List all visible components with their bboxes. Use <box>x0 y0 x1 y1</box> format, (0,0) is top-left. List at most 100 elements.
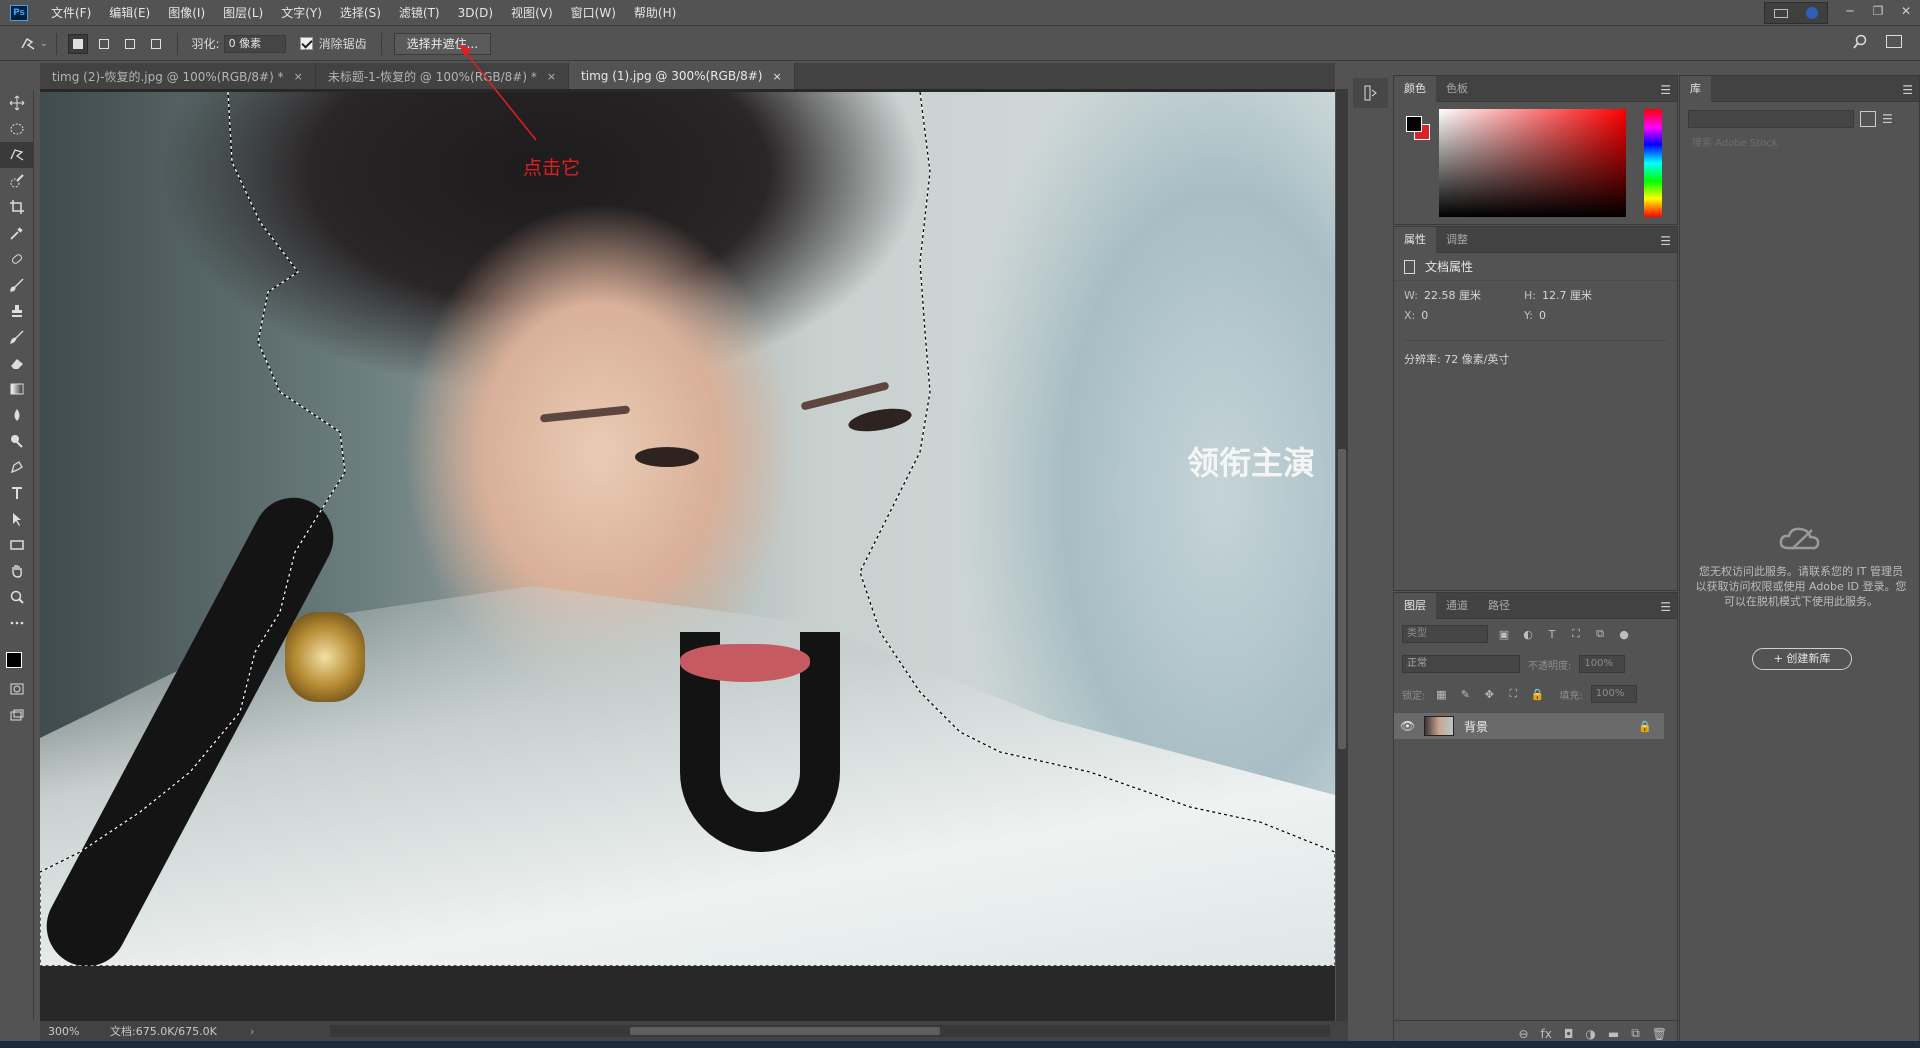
dodge-tool-icon[interactable] <box>0 428 34 454</box>
stock-search-input[interactable]: 搜索 Adobe Stock <box>1688 136 1908 154</box>
tab-libraries[interactable]: 库 <box>1680 75 1711 102</box>
quick-mask-icon[interactable] <box>0 676 34 702</box>
brush-tool-icon[interactable] <box>0 272 34 298</box>
collapsed-panel-strip[interactable] <box>1353 78 1388 108</box>
tab-document-3[interactable]: timg (1).jpg @ 300%(RGB/8#) × <box>569 63 795 89</box>
search-icon[interactable] <box>1852 34 1868 53</box>
new-group-icon[interactable]: ▬ <box>1608 1027 1619 1041</box>
close-window-button[interactable]: ✕ <box>1892 0 1920 22</box>
height-value[interactable]: 12.7 厘米 <box>1542 289 1592 302</box>
menu-type[interactable]: 文字(Y) <box>272 0 331 26</box>
list-view-icon[interactable]: ☰ <box>1882 112 1893 126</box>
menu-view[interactable]: 视图(V) <box>502 0 562 26</box>
menu-filter[interactable]: 滤镜(T) <box>390 0 449 26</box>
lock-artboard-icon[interactable]: ⛶ <box>1505 686 1521 702</box>
smart-object-filter-icon[interactable]: ⧉ <box>1592 626 1608 642</box>
chevron-down-icon[interactable]: ⌄ <box>40 39 48 49</box>
fill-input[interactable]: 100% <box>1590 685 1637 703</box>
type-tool-icon[interactable] <box>0 480 34 506</box>
document-image[interactable]: 领衔主演 <box>40 92 1335 966</box>
menu-edit[interactable]: 编辑(E) <box>100 0 159 26</box>
more-tools-icon[interactable] <box>0 610 34 636</box>
adjustment-filter-icon[interactable]: ◐ <box>1520 626 1536 642</box>
marquee-tool-icon[interactable] <box>0 116 34 142</box>
tab-document-2[interactable]: 未标题-1-恢复的 @ 100%(RGB/8#) * × <box>315 63 570 89</box>
layer-name[interactable]: 背景 <box>1464 718 1488 735</box>
new-selection-button[interactable] <box>67 33 88 54</box>
scrollbar-thumb[interactable] <box>630 1027 940 1035</box>
panel-menu-icon[interactable]: ☰ <box>1660 83 1671 97</box>
tab-properties[interactable]: 属性 <box>1394 226 1436 253</box>
library-select[interactable] <box>1688 110 1854 128</box>
hand-tool-icon[interactable] <box>0 558 34 584</box>
hue-slider[interactable] <box>1644 109 1662 217</box>
filter-toggle-icon[interactable]: ● <box>1616 626 1632 642</box>
adjustment-layer-icon[interactable]: ◑ <box>1585 1027 1595 1041</box>
horizontal-scrollbar[interactable] <box>330 1025 1330 1037</box>
workspace-icon[interactable] <box>1886 35 1902 48</box>
canvas-area[interactable]: 领衔主演 点击它 <box>40 89 1335 1021</box>
intersect-selection-button[interactable] <box>146 34 166 54</box>
lock-transparent-icon[interactable]: ▦ <box>1433 686 1449 702</box>
close-tab-icon[interactable]: × <box>547 70 556 83</box>
add-mask-icon[interactable]: ◘ <box>1564 1027 1574 1041</box>
blend-mode-select[interactable]: 正常 <box>1402 655 1520 673</box>
zoom-level[interactable]: 300% <box>40 1025 110 1038</box>
panel-menu-icon[interactable]: ☰ <box>1660 234 1671 248</box>
panel-menu-icon[interactable]: ☰ <box>1660 600 1671 614</box>
vertical-scrollbar[interactable] <box>1336 89 1348 1021</box>
tab-color[interactable]: 颜色 <box>1394 75 1436 102</box>
scrollbar-thumb[interactable] <box>1338 449 1346 749</box>
minimize-button[interactable]: ─ <box>1836 0 1864 22</box>
move-tool-icon[interactable] <box>0 90 34 116</box>
new-layer-icon[interactable]: ⧉ <box>1631 1026 1640 1041</box>
close-tab-icon[interactable]: × <box>294 70 303 83</box>
layer-style-icon[interactable]: fx <box>1541 1027 1552 1041</box>
tab-paths[interactable]: 路径 <box>1478 593 1520 619</box>
opacity-input[interactable]: 100% <box>1579 655 1626 673</box>
width-value[interactable]: 22.58 厘米 <box>1424 289 1481 302</box>
healing-brush-tool-icon[interactable] <box>0 246 34 272</box>
quick-selection-tool-icon[interactable] <box>0 168 34 194</box>
layer-kind-filter[interactable]: 类型 <box>1402 625 1488 643</box>
status-menu-chevron-icon[interactable]: › <box>250 1025 254 1038</box>
layer-row[interactable]: 👁 背景 🔒 <box>1394 713 1664 739</box>
grid-view-icon[interactable] <box>1860 111 1876 127</box>
polygonal-lasso-tool-icon[interactable] <box>0 142 34 168</box>
rectangle-tool-icon[interactable] <box>0 532 34 558</box>
delete-layer-icon[interactable]: 🗑 <box>1652 1027 1667 1041</box>
crop-tool-icon[interactable] <box>0 194 34 220</box>
lasso-preset-icon[interactable] <box>18 34 38 54</box>
image-filter-icon[interactable]: ▣ <box>1496 626 1512 642</box>
blur-tool-icon[interactable] <box>0 402 34 428</box>
history-panel-icon[interactable] <box>1364 85 1378 101</box>
restore-button[interactable]: ❐ <box>1864 0 1892 22</box>
add-selection-button[interactable] <box>94 34 114 54</box>
visibility-eye-icon[interactable]: 👁 <box>1400 719 1416 733</box>
link-layers-icon[interactable]: ⊖ <box>1518 1027 1528 1041</box>
close-tab-icon[interactable]: × <box>773 70 782 83</box>
eraser-tool-icon[interactable] <box>0 350 34 376</box>
menu-select[interactable]: 选择(S) <box>331 0 390 26</box>
gradient-tool-icon[interactable] <box>0 376 34 402</box>
x-value[interactable]: 0 <box>1421 309 1428 322</box>
pen-tool-icon[interactable] <box>0 454 34 480</box>
tab-adjustments[interactable]: 调整 <box>1436 227 1478 253</box>
history-brush-tool-icon[interactable] <box>0 324 34 350</box>
select-and-mask-button[interactable]: 选择并遮住... <box>393 32 492 55</box>
zoom-tool-icon[interactable] <box>0 584 34 610</box>
tab-swatches[interactable]: 色板 <box>1436 76 1478 102</box>
workspace-widget[interactable] <box>1764 2 1828 24</box>
panel-menu-icon[interactable]: ☰ <box>1902 83 1913 97</box>
y-value[interactable]: 0 <box>1539 309 1546 322</box>
foreground-color-swatch[interactable] <box>6 652 22 668</box>
path-selection-tool-icon[interactable] <box>0 506 34 532</box>
menu-help[interactable]: 帮助(H) <box>625 0 685 26</box>
feather-input[interactable]: 0 像素 <box>223 34 286 53</box>
menu-3d[interactable]: 3D(D) <box>449 0 502 26</box>
lock-pixels-icon[interactable]: ✎ <box>1457 686 1473 702</box>
menu-file[interactable]: 文件(F) <box>42 0 100 26</box>
tab-layers[interactable]: 图层 <box>1394 592 1436 619</box>
menu-layer[interactable]: 图层(L) <box>214 0 272 26</box>
foreground-color-swatch[interactable] <box>1406 116 1422 132</box>
